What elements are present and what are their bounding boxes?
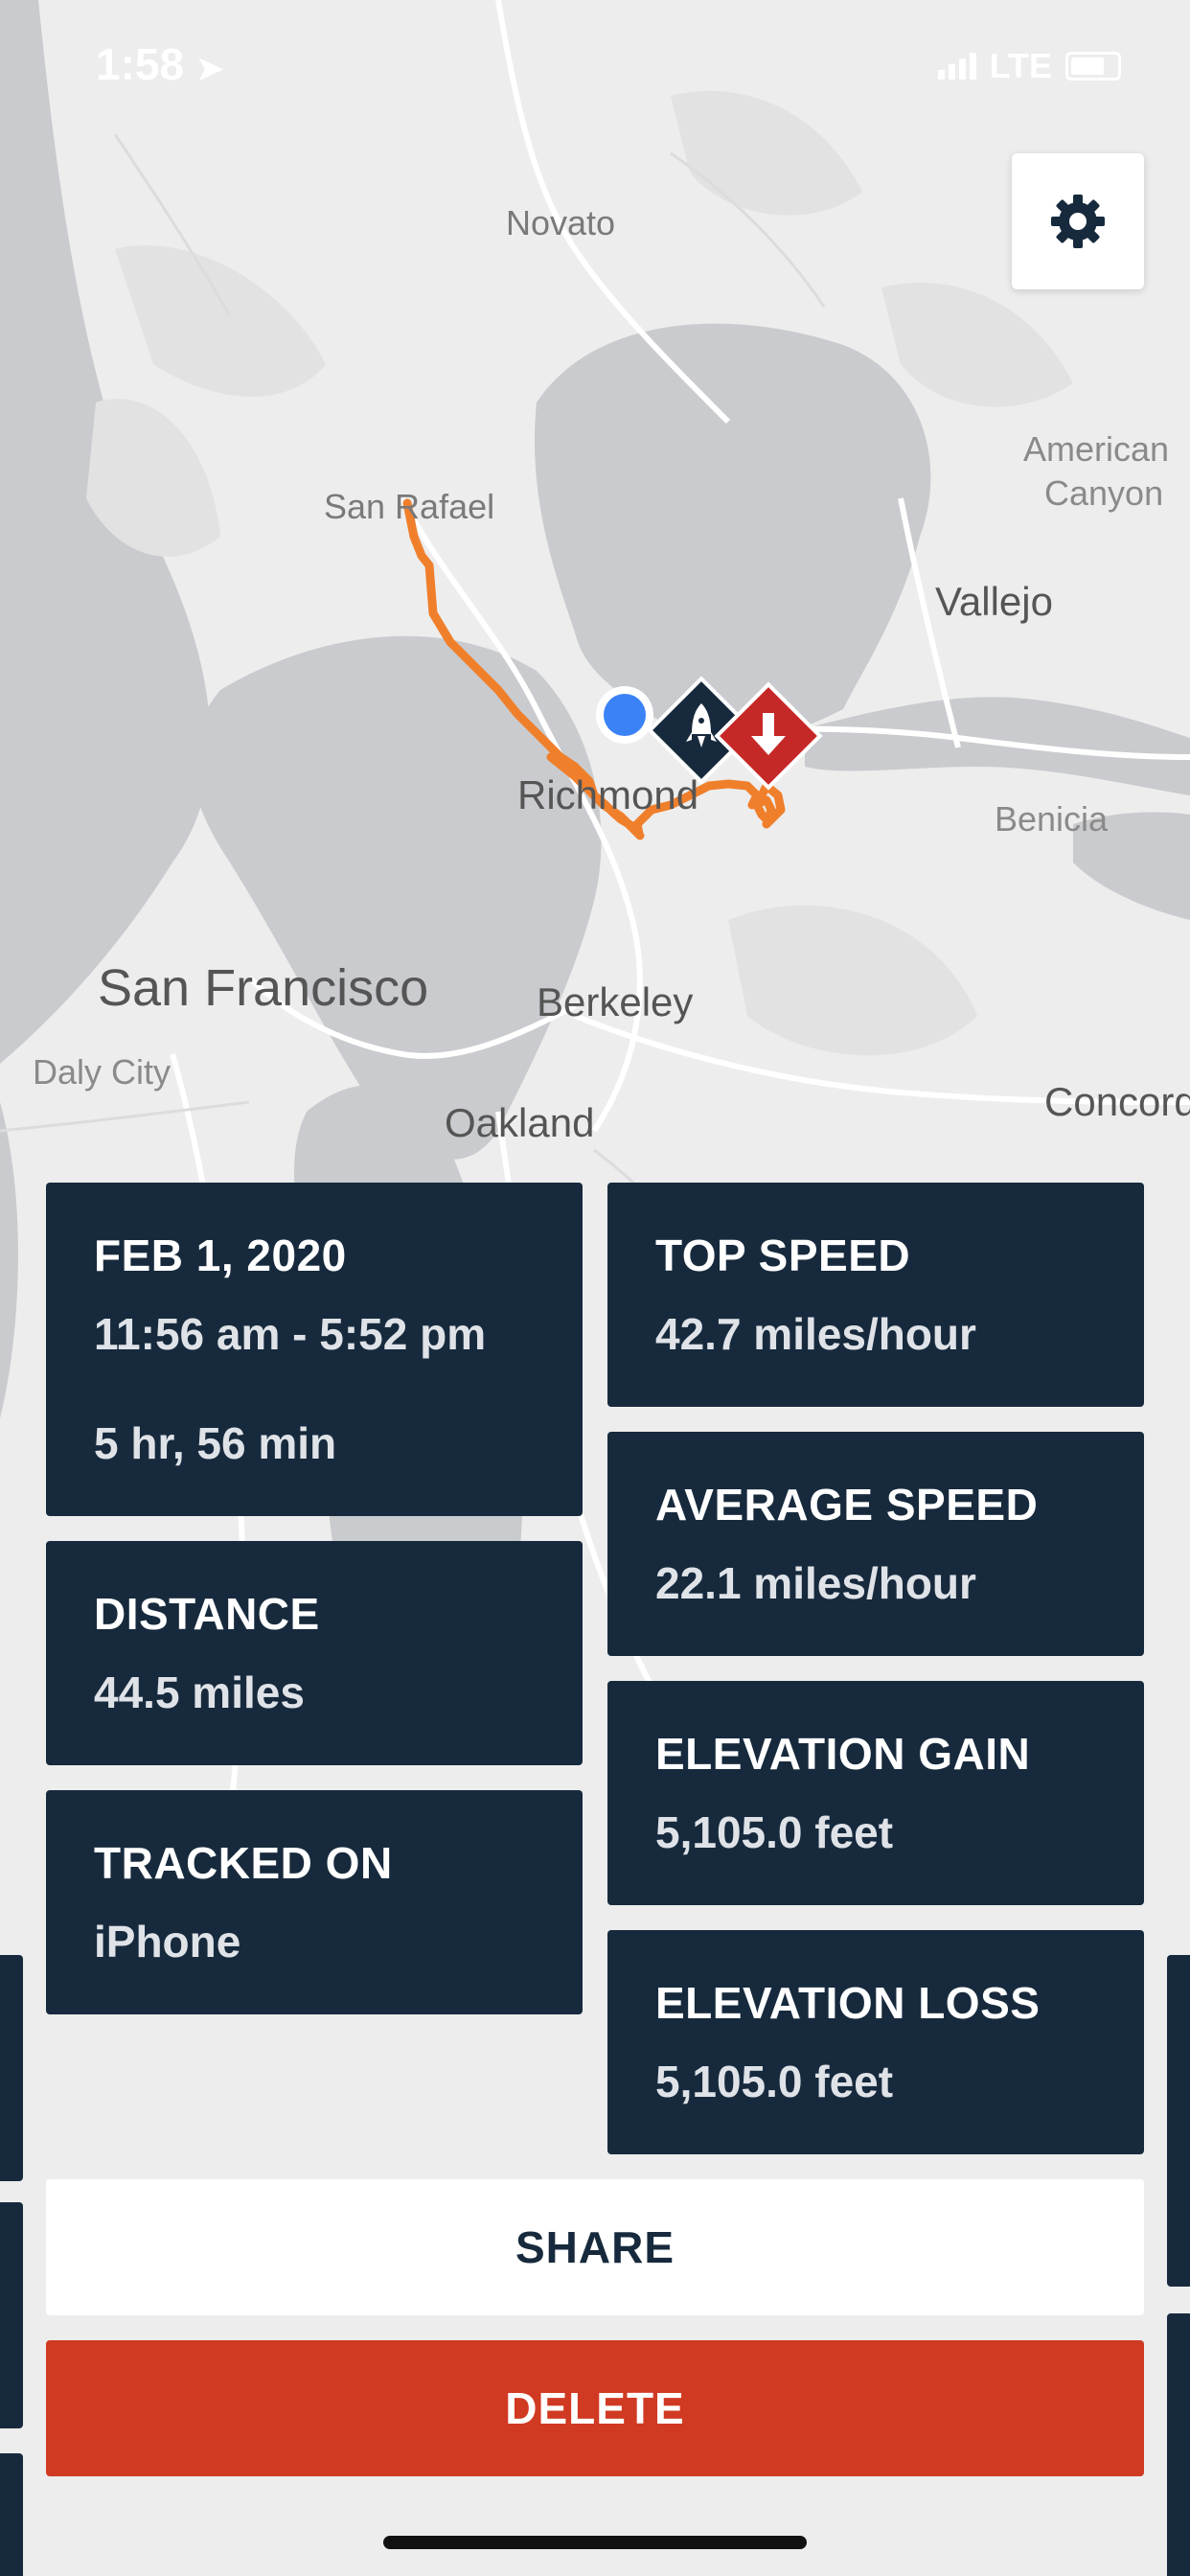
label-daly-city: Daly City (33, 1052, 172, 1092)
ride-time-range: 11:56 am - 5:52 pm (94, 1309, 487, 1359)
label-concord: Concord (1044, 1079, 1190, 1124)
settings-button[interactable] (1012, 153, 1144, 289)
edge-card (0, 2453, 23, 2576)
label-benicia: Benicia (995, 799, 1109, 839)
network-label: LTE (989, 46, 1052, 85)
ride-duration: 5 hr, 56 min (94, 1418, 337, 1468)
label-american-canyon-2: Canyon (1044, 473, 1164, 513)
gear-icon (1051, 195, 1105, 248)
date-card: FEB 1, 2020 11:56 am - 5:52 pm 5 hr, 56 … (46, 1183, 583, 1516)
elevation-loss-value: 5,105.0 feet (655, 2057, 894, 2106)
elevation-loss-card: ELEVATION LOSS 5,105.0 feet (607, 1930, 1144, 2154)
distance-heading: DISTANCE (94, 1589, 320, 1639)
status-indicators: LTE (937, 46, 1121, 86)
tracked-on-value: iPhone (94, 1917, 241, 1966)
label-san-rafael: San Rafael (324, 487, 495, 526)
tracked-on-card: TRACKED ON iPhone (46, 1790, 583, 2014)
signal-icon (937, 53, 976, 80)
edge-card (1167, 1955, 1190, 2287)
share-button[interactable]: SHARE (46, 2179, 1144, 2315)
label-american-canyon-1: American (1023, 429, 1170, 469)
tracked-on-heading: TRACKED ON (94, 1838, 393, 1888)
label-novato: Novato (506, 203, 616, 242)
label-oakland: Oakland (445, 1100, 595, 1145)
average-speed-card: AVERAGE SPEED 22.1 miles/hour (607, 1432, 1144, 1656)
top-speed-value: 42.7 miles/hour (655, 1309, 976, 1359)
label-berkeley: Berkeley (537, 979, 694, 1024)
status-time-text: 1:58 (96, 39, 185, 89)
top-speed-card: TOP SPEED 42.7 miles/hour (607, 1183, 1144, 1407)
label-san-francisco: San Francisco (98, 959, 429, 1017)
elevation-loss-heading: ELEVATION LOSS (655, 1978, 1041, 2028)
label-richmond: Richmond (517, 772, 699, 817)
ride-date: FEB 1, 2020 (94, 1230, 347, 1280)
elevation-gain-value: 5,105.0 feet (655, 1807, 894, 1857)
location-arrow-icon: ➤ (195, 51, 224, 87)
status-time: 1:58 ➤ (96, 38, 223, 90)
ride-detail-screen: Novato San Rafael American Canyon Vallej… (0, 0, 1190, 2576)
elevation-gain-card: ELEVATION GAIN 5,105.0 feet (607, 1681, 1144, 1905)
edge-card (1167, 2313, 1190, 2576)
label-vallejo: Vallejo (935, 579, 1053, 624)
top-speed-heading: TOP SPEED (655, 1230, 911, 1280)
distance-value: 44.5 miles (94, 1668, 305, 1717)
edge-card (0, 2202, 23, 2428)
home-indicator[interactable] (383, 2536, 807, 2549)
edge-card (0, 1955, 23, 2181)
delete-button[interactable]: DELETE (46, 2340, 1144, 2476)
distance-card: DISTANCE 44.5 miles (46, 1541, 583, 1765)
battery-icon (1065, 52, 1121, 80)
average-speed-heading: AVERAGE SPEED (655, 1480, 1039, 1530)
elevation-gain-heading: ELEVATION GAIN (655, 1729, 1031, 1779)
average-speed-value: 22.1 miles/hour (655, 1558, 976, 1608)
